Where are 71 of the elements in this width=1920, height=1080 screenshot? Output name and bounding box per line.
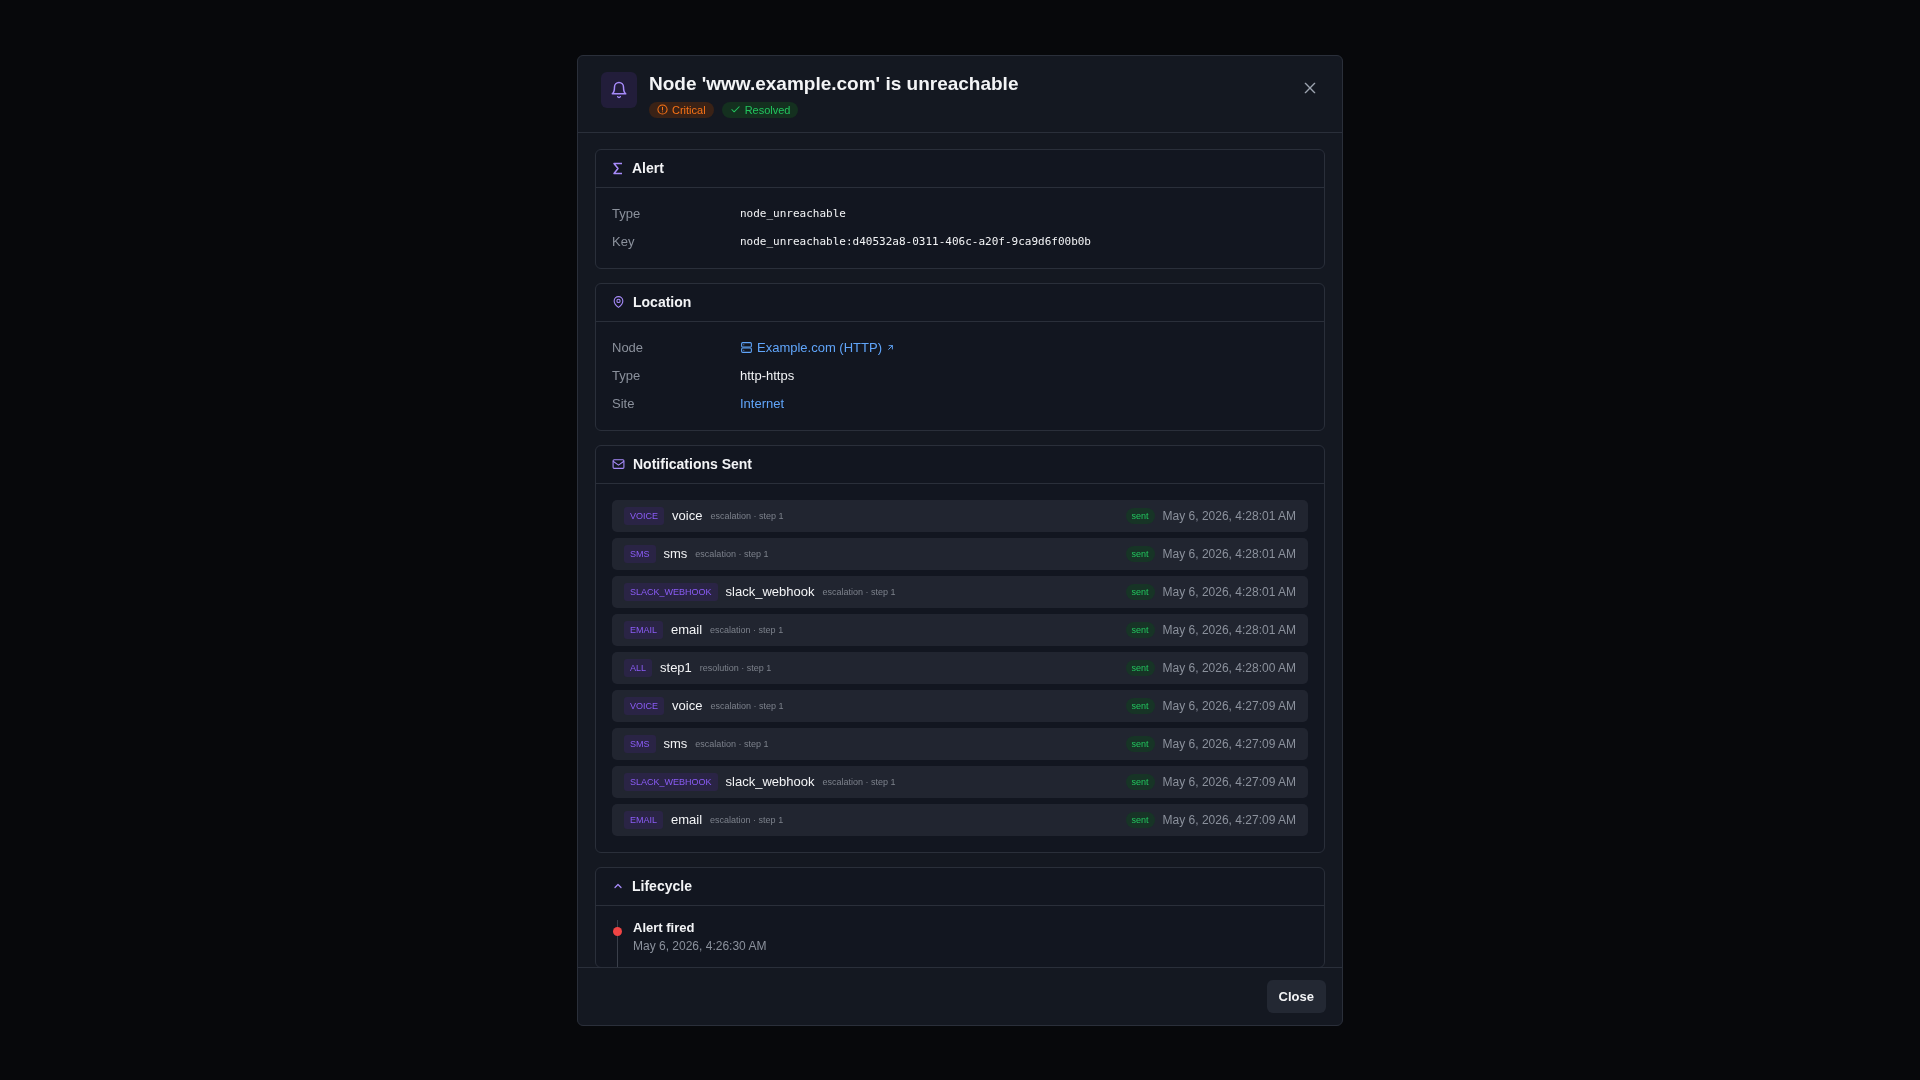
event-title: Alert fired — [633, 919, 696, 935]
channel-tag: VOICE — [624, 696, 664, 715]
notification-meta: escalation · step 1 — [822, 586, 896, 597]
status-badge: sent — [1125, 621, 1155, 638]
channel-tag: SLACK_WEBHOOK — [624, 582, 718, 601]
timestamp: May 6, 2026, 4:28:01 AM — [1162, 546, 1296, 561]
channel-tag: EMAIL — [624, 620, 663, 639]
card-title: Location — [633, 294, 692, 310]
field-label: Site — [612, 396, 636, 411]
field-label: Type — [612, 206, 642, 221]
node-link[interactable]: Example.com (HTTP) — [757, 340, 882, 355]
field-value: http-https — [740, 368, 795, 383]
channel-tag: SMS — [624, 544, 656, 563]
notification-meta: escalation · step 1 — [695, 738, 769, 749]
card-title: Notifications Sent — [633, 456, 752, 472]
channel-tag: SMS — [624, 734, 656, 753]
timestamp: May 6, 2026, 4:27:09 AM — [1162, 698, 1296, 713]
field-label: Node — [612, 340, 645, 355]
notification-meta: escalation · step 1 — [822, 776, 896, 787]
status-badge: sent — [1125, 583, 1155, 600]
notification-target: sms — [663, 736, 688, 751]
severity-badge: Critical — [649, 101, 714, 118]
mail-icon — [612, 458, 625, 470]
notification-meta: escalation · step 1 — [710, 814, 784, 825]
card-title: Lifecycle — [632, 878, 692, 894]
notification-target: voice — [672, 508, 703, 523]
status-badge: sent — [1125, 735, 1155, 752]
status-badge: sent — [1125, 545, 1155, 562]
timestamp: May 6, 2026, 4:27:09 AM — [1162, 736, 1296, 751]
map-pin-icon — [612, 295, 625, 309]
notification-target: voice — [672, 698, 703, 713]
field-label: Key — [612, 234, 636, 249]
timestamp: May 6, 2026, 4:27:09 AM — [1162, 812, 1296, 827]
channel-tag: EMAIL — [624, 810, 663, 829]
status-badge: sent — [1125, 697, 1155, 714]
field-value: node_unreachable:d40532a8-0311-406c-a20f-9ca9d6f00b0b — [740, 235, 1091, 248]
card-title: Alert — [632, 160, 664, 176]
notification-target: email — [671, 812, 703, 827]
status-badge: sent — [1125, 659, 1155, 676]
notification-target: step1 — [660, 660, 692, 675]
notification-meta: resolution · step 1 — [699, 662, 772, 673]
timestamp: May 6, 2026, 4:28:00 AM — [1162, 660, 1296, 675]
notification-meta: escalation · step 1 — [710, 700, 784, 711]
notification-target: sms — [663, 546, 688, 561]
notification-meta: escalation · step 1 — [710, 624, 784, 635]
notification-meta: escalation · step 1 — [695, 548, 769, 559]
status-badge: sent — [1125, 773, 1155, 790]
timestamp: May 6, 2026, 4:28:01 AM — [1162, 584, 1296, 599]
close-button[interactable]: Close — [1266, 979, 1326, 1013]
bell-icon — [601, 71, 637, 108]
channel-tag: ALL — [624, 658, 652, 677]
notification-meta: escalation · step 1 — [710, 510, 784, 521]
timestamp: May 6, 2026, 4:28:01 AM — [1162, 508, 1296, 523]
status-badge: Resolved — [721, 101, 799, 118]
dialog-title: Node 'www.example.com' is unreachable — [649, 71, 1020, 96]
channel-tag: VOICE — [624, 506, 664, 525]
event-time: May 6, 2026, 4:26:30 AM — [633, 938, 767, 953]
sigma-icon — [612, 161, 624, 175]
timestamp: May 6, 2026, 4:28:01 AM — [1162, 622, 1296, 637]
server-icon — [740, 341, 753, 354]
notification-target: slack_webhook — [725, 584, 815, 599]
field-value: node_unreachable — [740, 207, 846, 220]
channel-tag: SLACK_WEBHOOK — [624, 772, 718, 791]
field-label: Type — [612, 368, 642, 383]
timestamp: May 6, 2026, 4:27:09 AM — [1162, 774, 1296, 789]
site-link[interactable]: Internet — [740, 396, 785, 411]
status-badge: sent — [1125, 507, 1155, 524]
external-link-icon — [885, 343, 895, 352]
notification-target: slack_webhook — [725, 774, 815, 789]
status-badge: sent — [1125, 811, 1155, 828]
notification-target: email — [671, 622, 703, 637]
